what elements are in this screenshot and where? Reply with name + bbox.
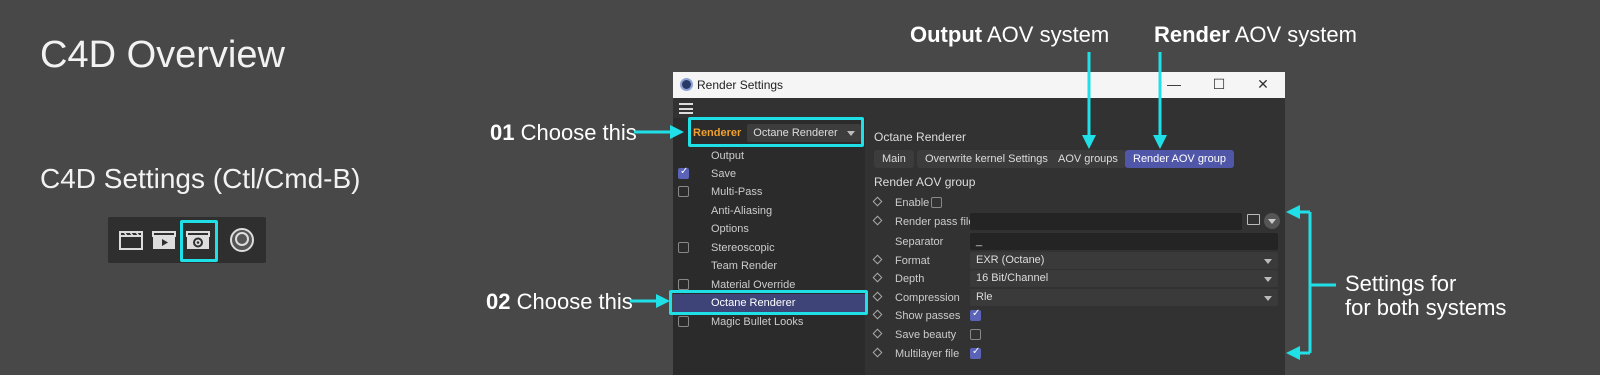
- step1-arrowhead: [670, 125, 684, 139]
- render-aov-arrowhead: [1153, 135, 1167, 149]
- step2-arrowhead: [656, 294, 670, 308]
- bracket-top-arrowhead: [1286, 205, 1300, 219]
- annotation-arrows: [630, 52, 1336, 360]
- bracket-bottom-arrowhead: [1286, 346, 1300, 360]
- output-aov-arrowhead: [1082, 135, 1096, 149]
